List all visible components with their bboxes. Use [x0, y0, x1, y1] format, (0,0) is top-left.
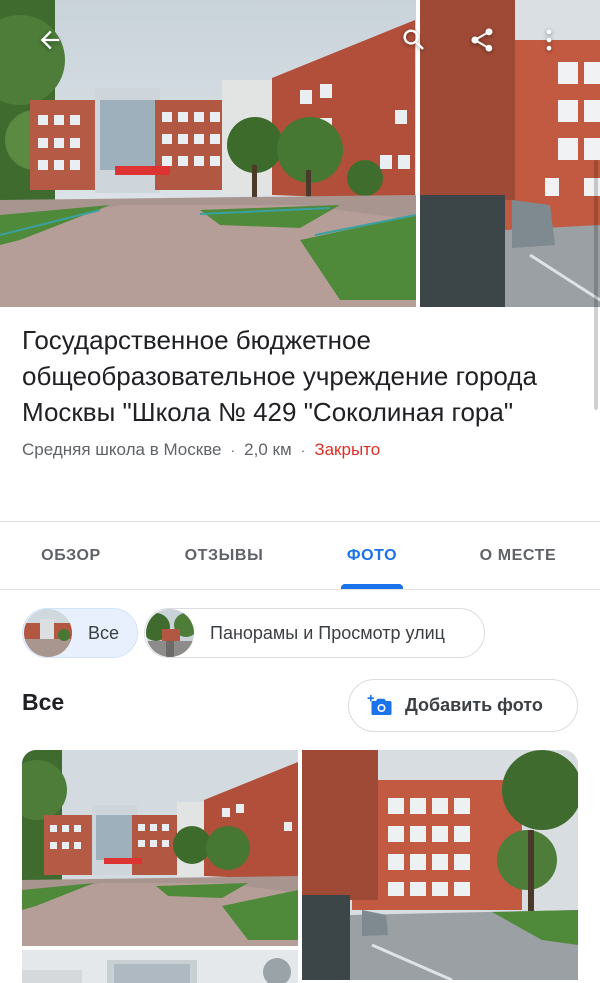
more-options-button[interactable] — [527, 18, 571, 62]
add-photo-camera-icon — [367, 694, 392, 715]
tab-about-label: О МЕСТЕ — [479, 546, 557, 564]
chip-thumbnail — [24, 609, 72, 657]
tab-about[interactable]: О МЕСТЕ — [450, 522, 586, 589]
filter-chip-panoramas[interactable]: Панорамы и Просмотр улиц — [144, 608, 485, 658]
add-photo-label: Добавить фото — [405, 695, 543, 715]
place-title: Государственное бюджетное общеобразовате… — [22, 325, 537, 427]
tab-overview[interactable]: ОБЗОР — [0, 522, 142, 589]
back-button[interactable] — [28, 18, 72, 62]
photo-thumbnail[interactable] — [302, 750, 578, 980]
scrollbar[interactable] — [594, 160, 598, 410]
open-status: Закрыто — [314, 440, 381, 459]
tab-reviews[interactable]: ОТЗЫВЫ — [150, 522, 298, 589]
share-button[interactable] — [460, 18, 504, 62]
search-icon — [403, 29, 424, 50]
arrow-back-icon — [40, 30, 60, 50]
more-vert-icon — [546, 29, 552, 51]
tab-bar: ОБЗОР ОТЗЫВЫ ФОТО О МЕСТЕ — [0, 521, 600, 590]
tab-photos[interactable]: ФОТО — [310, 522, 434, 589]
chip-label: Все — [88, 622, 120, 643]
tab-photos-label: ФОТО — [346, 546, 398, 564]
add-photo-button[interactable]: Добавить фото — [348, 679, 578, 732]
active-tab-indicator — [341, 584, 403, 589]
place-meta: Средняя школа в Москве · 2,0 км · Закрыт… — [22, 440, 578, 460]
search-button[interactable] — [392, 18, 436, 62]
separator-dot: · — [300, 442, 306, 458]
hero-photos — [0, 0, 600, 307]
tab-overview-label: ОБЗОР — [41, 546, 101, 564]
place-category: Средняя школа в Москве — [22, 440, 222, 459]
separator-dot: · — [230, 442, 236, 458]
chip-label: Панорамы и Просмотр улиц — [210, 622, 445, 643]
photos-section-title: Все — [22, 689, 65, 715]
hero-side-photo[interactable] — [420, 0, 600, 307]
place-header: Государственное бюджетное общеобразовате… — [22, 322, 578, 460]
filter-chip-all[interactable]: Все — [22, 608, 138, 658]
share-icon — [471, 28, 493, 52]
chip-thumbnail — [146, 609, 194, 657]
tab-reviews-label: ОТЗЫВЫ — [184, 546, 264, 564]
photo-thumbnail[interactable] — [22, 750, 298, 946]
photo-thumbnail[interactable] — [22, 950, 298, 983]
place-distance: 2,0 км — [244, 440, 292, 459]
